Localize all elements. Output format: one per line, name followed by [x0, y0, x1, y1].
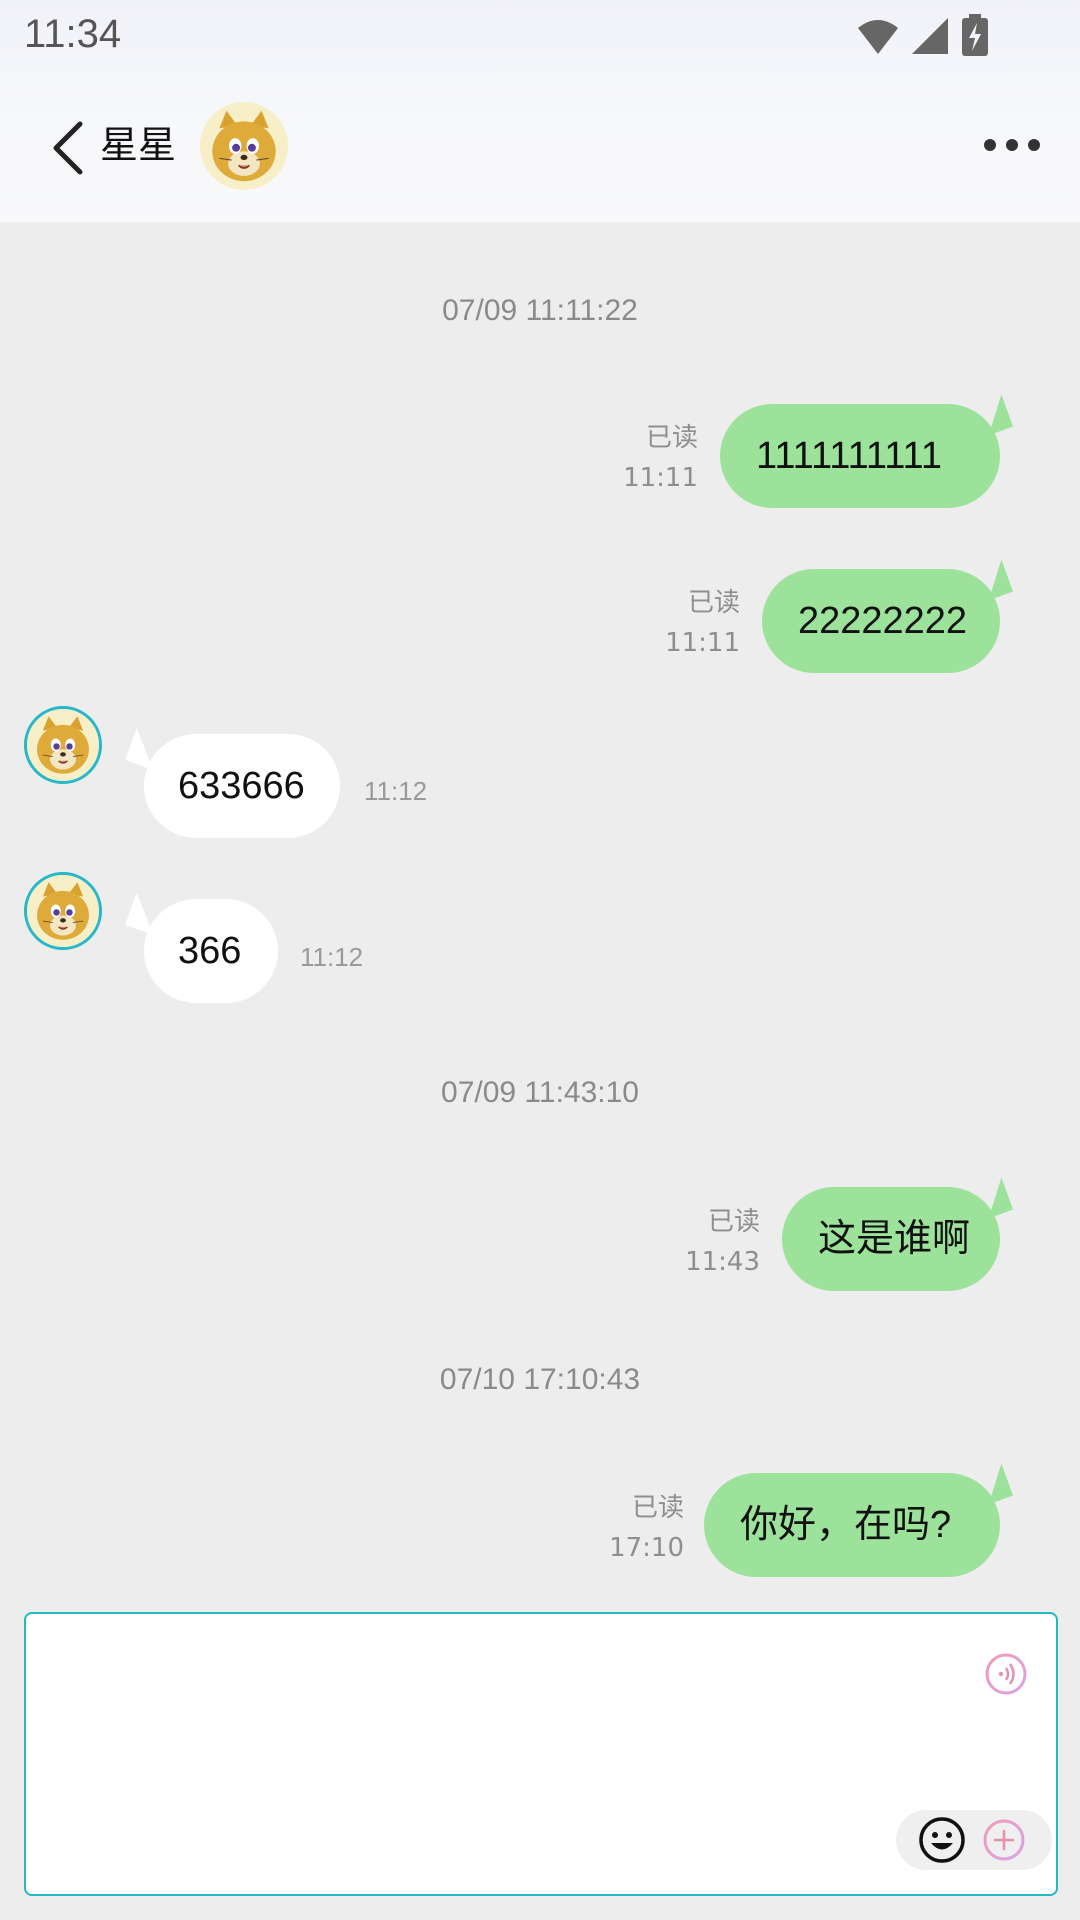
- message-meta: 已读 11:11: [665, 583, 740, 663]
- contact-avatar[interactable]: [24, 872, 102, 950]
- message-list[interactable]: 07/09 11:11:22 已读 11:11 1111111111 已读 11…: [0, 222, 1080, 1610]
- outgoing-message[interactable]: 1111111111: [720, 394, 1014, 508]
- voice-wave-icon: [985, 1653, 1027, 1695]
- contact-avatar[interactable]: [199, 101, 289, 191]
- more-button[interactable]: [982, 130, 1042, 160]
- read-status: 已读: [687, 588, 740, 618]
- message-text: 633666: [178, 765, 305, 807]
- incoming-message[interactable]: 633666: [125, 727, 340, 838]
- message-text: 22222222: [798, 600, 968, 642]
- input-tools: [896, 1810, 1052, 1870]
- message-time: 11:43: [685, 1247, 760, 1277]
- plus-circle-icon: [983, 1819, 1025, 1861]
- contact-name[interactable]: 星星: [100, 118, 176, 172]
- incoming-message[interactable]: 366: [125, 892, 278, 1003]
- cell-signal-icon: [912, 18, 948, 54]
- outgoing-message[interactable]: 22222222: [762, 559, 1014, 673]
- message-time: 11:11: [623, 463, 698, 493]
- time-divider: 07/10 17:10:43: [439, 1363, 641, 1396]
- status-icons: [856, 14, 990, 58]
- message-time: 17:10: [609, 1533, 684, 1563]
- message-meta: 已读 17:10: [609, 1488, 684, 1568]
- contact-avatar[interactable]: [24, 706, 102, 784]
- wifi-icon: [858, 20, 898, 54]
- more-horizontal-icon: [984, 139, 1040, 151]
- message-text: 1111111111: [756, 435, 942, 477]
- status-time: 11:34: [24, 12, 122, 56]
- read-status: 已读: [645, 423, 698, 453]
- outgoing-message[interactable]: 这是谁啊: [782, 1177, 1014, 1291]
- voice-button[interactable]: [984, 1652, 1028, 1696]
- message-input[interactable]: [24, 1612, 1058, 1896]
- read-status: 已读: [707, 1207, 760, 1237]
- time-divider: 07/09 11:11:22: [442, 294, 638, 327]
- add-attachment-button[interactable]: [982, 1818, 1026, 1862]
- emoji-icon: [919, 1817, 965, 1863]
- message-time: 11:12: [300, 942, 364, 972]
- message-meta: 已读 11:11: [623, 418, 698, 498]
- top-bar: 11:34 星星: [0, 0, 1080, 222]
- message-text: 366: [178, 930, 242, 972]
- battery-charging-icon: [962, 14, 988, 56]
- outgoing-message[interactable]: 你好，在吗?: [704, 1463, 1014, 1577]
- time-divider: 07/09 11:43:10: [441, 1076, 639, 1109]
- message-meta: 已读 11:43: [685, 1202, 760, 1282]
- message-time: 11:11: [665, 628, 740, 658]
- back-button[interactable]: [46, 118, 90, 178]
- message-text: 你好，在吗?: [740, 1504, 952, 1546]
- message-text: 这是谁啊: [818, 1218, 971, 1260]
- read-status: 已读: [631, 1493, 684, 1523]
- message-time: 11:12: [364, 776, 428, 806]
- emoji-button[interactable]: [918, 1816, 966, 1864]
- chevron-left-icon: [53, 121, 83, 175]
